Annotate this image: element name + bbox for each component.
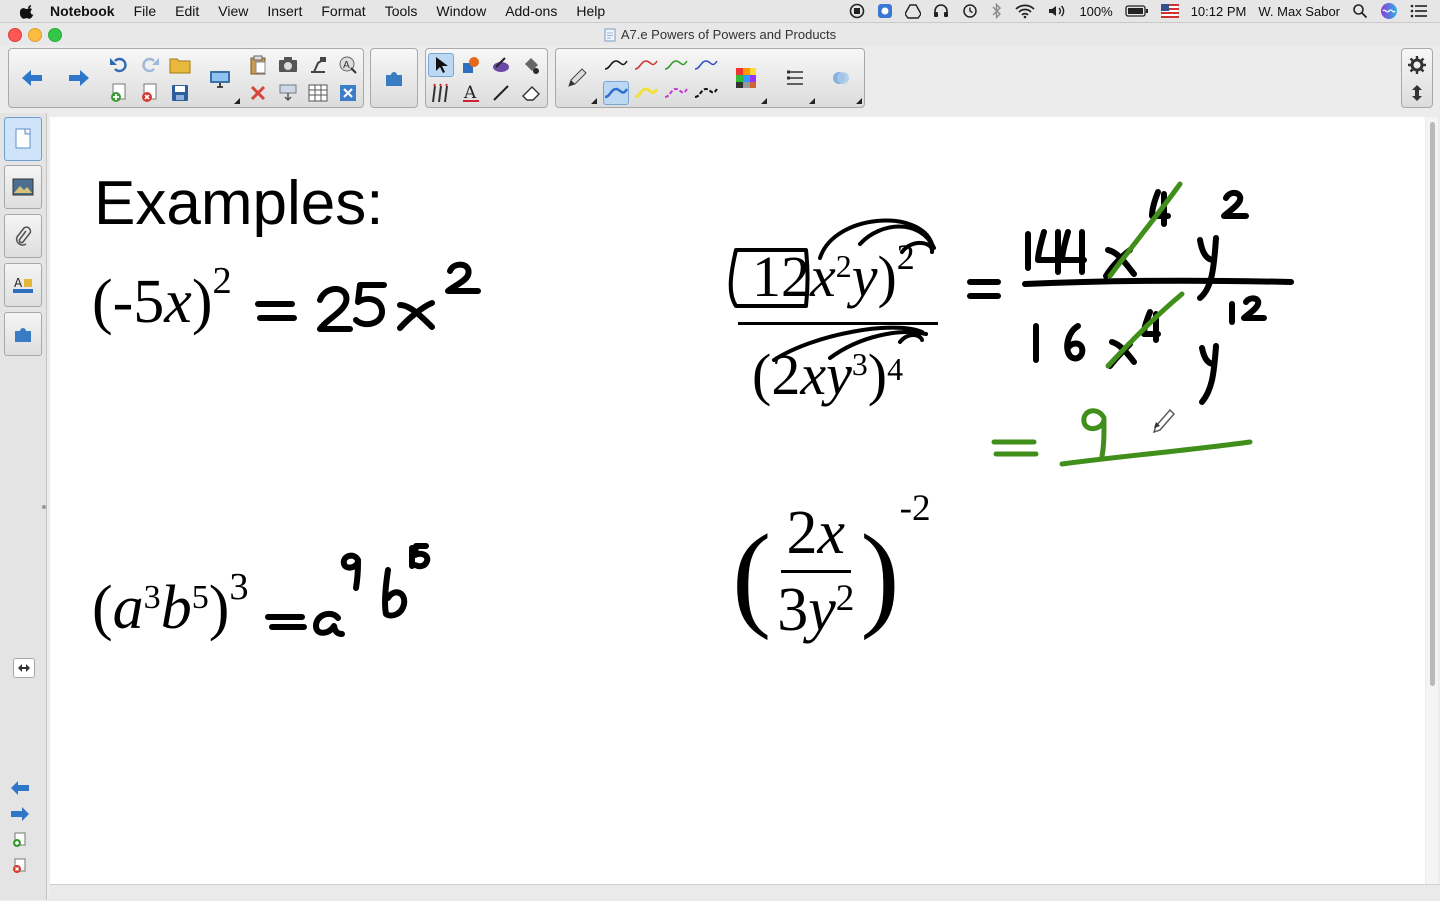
p2-handwritten-answer[interactable]: [265, 543, 431, 637]
p3-handwritten-work[interactable]: [728, 189, 1294, 405]
p1-handwritten-answer[interactable]: [255, 261, 481, 332]
handwriting-layer: [255, 181, 1294, 637]
pen-cursor-icon: [1152, 408, 1175, 434]
green-ink-work[interactable]: [991, 181, 1253, 467]
